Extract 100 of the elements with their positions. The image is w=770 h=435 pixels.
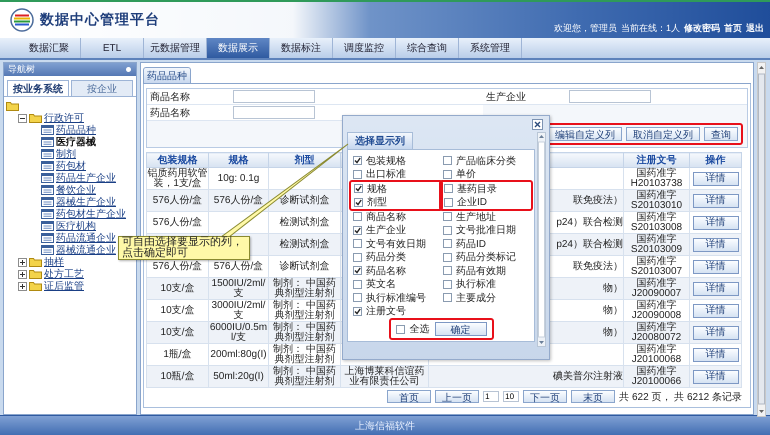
checkbox[interactable] [353,280,362,289]
details-button[interactable]: 详情 [692,348,738,362]
table-cell: 50ml:20g(I) [208,366,268,388]
checkbox[interactable] [443,226,452,235]
checkbox[interactable] [443,239,452,248]
tree-item[interactable]: 药包材 [56,160,86,172]
input-field[interactable] [233,90,315,103]
close-icon[interactable] [532,118,543,130]
nav-tab[interactable]: 数据汇聚 [18,38,81,58]
field-label: 药品名称 [147,105,233,121]
tree-item[interactable]: 药包材生产企业 [56,208,126,220]
dialog-tab[interactable]: 选择显示列 [347,132,413,149]
nav-tab[interactable]: 调度监控 [333,38,396,58]
checkbox[interactable] [443,293,452,302]
option-label: 英文名 [366,278,396,292]
tree-item[interactable]: 处方工艺 [44,268,84,280]
first-page-button[interactable]: 首页 [387,390,432,403]
details-button[interactable]: 详情 [692,216,738,230]
nav-tab[interactable]: 系统管理 [459,38,522,58]
input-field[interactable] [233,106,315,119]
collapse-icon[interactable] [18,114,27,122]
column-header: 操作 [690,152,742,168]
tree-item[interactable]: 行政许可 [44,112,84,124]
tree-item[interactable]: 药品流通企业 [56,232,116,244]
content-tab[interactable]: 药品品种 [143,67,191,83]
expand-icon[interactable] [18,258,27,266]
option-label: 规格 [367,182,387,196]
checkbox[interactable] [443,266,452,276]
header-link[interactable]: 修改密码 [684,22,720,35]
action-button[interactable]: 查询 [704,127,738,141]
table-cell: 制剂： 中国药典剂型注射剂 [268,278,340,300]
document-icon [41,221,54,231]
action-button[interactable]: 编辑自定义列 [548,127,622,141]
table-cell: 制剂： 中国药典剂型注射剂 [268,322,340,344]
checkbox[interactable] [396,324,404,334]
details-button[interactable]: 详情 [692,238,738,252]
checkbox[interactable] [353,156,362,166]
sidebar-tab[interactable]: 按企业 [71,80,133,96]
option-label: 单价 [456,168,476,182]
details-button[interactable]: 详情 [692,194,738,208]
checkbox[interactable] [443,252,452,262]
checkbox[interactable] [353,170,362,179]
next-page-button[interactable]: 下一页 [523,390,568,403]
checkbox[interactable] [444,184,453,194]
document-icon [41,125,54,135]
header-link[interactable]: 退出 [746,22,764,35]
option-label: 企业ID [457,196,487,210]
header-link[interactable]: 首页 [724,22,742,35]
input-field[interactable] [569,90,651,103]
previous-page-button[interactable]: 上一页 [435,390,480,403]
tree-item[interactable]: 抽样 [44,256,64,268]
tree-item[interactable]: 医疗机构 [56,220,96,232]
tree-item[interactable]: 证后监管 [44,280,84,292]
tree-item[interactable]: 器械生产企业 [56,196,116,208]
checkbox[interactable] [443,156,452,166]
last-page-button[interactable]: 末页 [571,390,616,403]
tree-item[interactable]: 药品品种 [56,124,96,136]
checkbox[interactable] [353,252,362,262]
checkbox[interactable] [353,212,362,222]
callout: 可自由选择要显示的列，点击确定即可 [118,236,250,260]
field-label: 商品名称 [147,89,233,105]
checkbox[interactable] [443,170,452,179]
nav-tab[interactable]: 数据标注 [270,38,333,58]
confirm-button[interactable]: 确定 [434,322,486,336]
details-button[interactable]: 详情 [692,304,738,318]
column-header: 剂型 [268,152,340,168]
tree-item[interactable]: 制剂 [56,148,76,160]
tree-item[interactable]: 餐饮企业 [56,184,96,196]
checkbox[interactable] [444,198,453,207]
checkbox[interactable] [353,226,362,235]
nav-tab[interactable]: 数据展示 [207,38,270,58]
details-button[interactable]: 详情 [692,172,738,186]
page-size-input[interactable]: 10 [503,391,520,402]
option-label: 执行标准 [456,278,496,292]
expand-icon[interactable] [18,270,27,278]
details-button[interactable]: 详情 [692,326,738,340]
tree-item[interactable]: 药品生产企业 [56,172,116,184]
checkbox[interactable] [353,266,362,276]
checkbox[interactable] [353,293,362,302]
expand-icon[interactable] [18,282,27,290]
table-cell: 制剂： 中国药典剂型注射剂 [268,366,340,388]
tree-item[interactable]: 医疗器械 [56,136,96,148]
option-label: 包装规格 [366,154,406,168]
checkbox[interactable] [354,184,363,194]
action-button[interactable]: 取消自定义列 [626,127,700,141]
option-label: 药品分类 [366,250,406,264]
sidebar-tab[interactable]: 按业务系统 [7,80,69,96]
checkbox[interactable] [443,212,452,222]
checkbox[interactable] [443,280,452,289]
table-cell: 576人份/盒 [208,190,268,212]
tree-item[interactable]: 器械流通企业 [56,244,116,256]
checkbox[interactable] [354,198,363,207]
nav-tab[interactable]: ETL [81,38,144,58]
checkbox[interactable] [353,239,362,248]
page-input[interactable]: 1 [483,391,500,402]
details-button[interactable]: 详情 [692,260,738,274]
nav-tab[interactable]: 综合查询 [396,38,459,58]
details-button[interactable]: 详情 [692,282,738,296]
details-button[interactable]: 详情 [692,370,738,384]
checkbox[interactable] [353,306,362,316]
